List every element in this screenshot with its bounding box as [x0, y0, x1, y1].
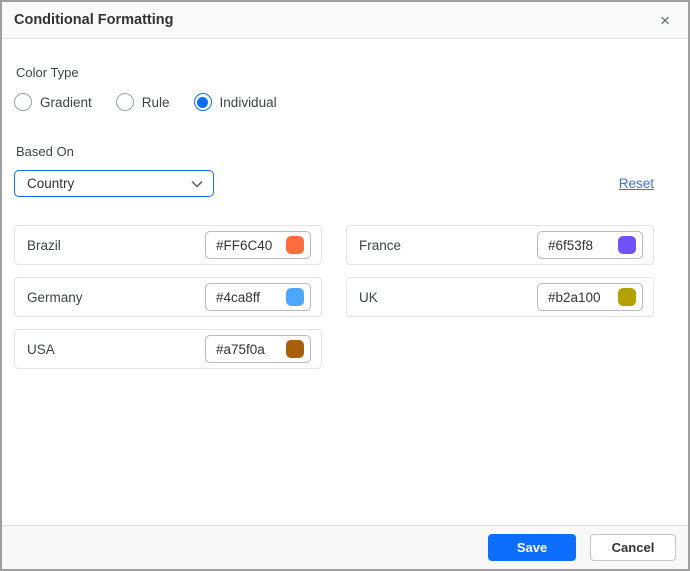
color-item-card-uk: UK #b2a100 [346, 277, 654, 317]
based-on-label: Based On [16, 144, 74, 159]
chevron-down-icon[interactable] [190, 177, 204, 191]
based-on-row: Country Reset [14, 170, 654, 197]
color-item-label: Brazil [27, 237, 61, 253]
color-type-radio-group: Gradient Rule Individual [14, 93, 654, 111]
color-type-label: Color Type [16, 65, 79, 80]
radio-option-label: Individual [219, 94, 277, 110]
cancel-button[interactable]: Cancel [590, 534, 676, 561]
close-icon[interactable]: × [656, 10, 674, 31]
color-hex-value: #a75f0a [216, 341, 265, 357]
radio-option-rule[interactable]: Rule [115, 93, 170, 111]
radio-icon[interactable] [14, 93, 32, 111]
radio-icon[interactable] [115, 93, 134, 111]
color-hex-input[interactable]: #b2a100 [537, 283, 643, 311]
color-swatch[interactable] [286, 340, 304, 358]
dialog-body: Color Type Gradient Rule Individual Base… [2, 39, 654, 369]
color-hex-value: #6f53f8 [548, 237, 594, 253]
color-item-label: France [359, 237, 402, 253]
color-swatch[interactable] [618, 236, 636, 254]
based-on-selected-value: Country [27, 176, 75, 191]
color-item-card-germany: Germany #4ca8ff [14, 277, 322, 317]
radio-option-individual[interactable]: Individual [193, 93, 277, 111]
color-item-card-usa: USA #a75f0a [14, 329, 322, 369]
radio-option-label: Rule [141, 94, 170, 110]
color-item-label: UK [359, 289, 378, 305]
color-item-label: Germany [27, 289, 83, 305]
color-item-card-brazil: Brazil #FF6C40 [14, 225, 322, 265]
color-swatch[interactable] [618, 288, 636, 306]
based-on-dropdown[interactable]: Country [14, 170, 214, 197]
color-hex-input[interactable]: #a75f0a [205, 335, 311, 363]
dialog-header: Conditional Formatting × [2, 2, 688, 39]
color-item-label: USA [27, 341, 55, 357]
color-hex-input[interactable]: #FF6C40 [205, 231, 311, 259]
color-hex-value: #b2a100 [548, 289, 601, 305]
dialog-title: Conditional Formatting [14, 12, 174, 28]
radio-option-label: Gradient [40, 94, 92, 110]
color-swatch[interactable] [286, 288, 304, 306]
reset-link[interactable]: Reset [619, 176, 654, 191]
radio-icon[interactable] [193, 93, 212, 111]
radio-option-gradient[interactable]: Gradient [14, 93, 92, 111]
color-swatch[interactable] [286, 236, 304, 254]
save-button[interactable]: Save [488, 534, 576, 561]
color-hex-value: #4ca8ff [216, 289, 261, 305]
conditional-formatting-dialog: Conditional Formatting × Color Type Grad… [0, 0, 690, 571]
color-hex-value: #FF6C40 [216, 237, 273, 253]
color-hex-input[interactable]: #6f53f8 [537, 231, 643, 259]
color-item-card-france: France #6f53f8 [346, 225, 654, 265]
color-hex-input[interactable]: #4ca8ff [205, 283, 311, 311]
dialog-footer: Save Cancel [2, 525, 688, 569]
color-items-grid: Brazil #FF6C40 France #6f53f8 Germany #4… [14, 225, 654, 369]
